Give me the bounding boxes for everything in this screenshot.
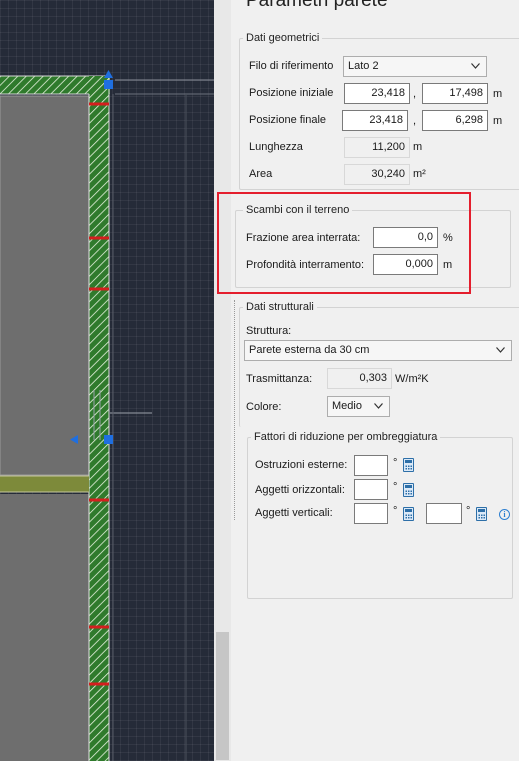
chevron-down-icon <box>374 403 383 409</box>
structure-label: Struttura: <box>246 325 292 337</box>
color-dropdown[interactable]: Medio <box>327 396 390 417</box>
degree-symbol: ° <box>466 505 471 517</box>
structural-data-legend: Dati strutturali <box>243 301 317 313</box>
percent-unit: % <box>443 232 453 244</box>
structure-dropdown[interactable]: Parete esterna da 30 cm <box>244 340 512 361</box>
group-divider <box>234 300 235 520</box>
unit-m2: m² <box>413 168 426 180</box>
floor-plan-drawing <box>0 70 214 761</box>
transmittance-label: Trasmittanza: <box>246 373 313 385</box>
wall-lower <box>0 476 89 492</box>
room-floor-upper <box>0 96 89 475</box>
length-label: Lunghezza <box>249 141 303 153</box>
info-icon[interactable]: i <box>499 509 510 520</box>
filo-label: Filo di riferimento <box>249 60 334 72</box>
vertical-overhangs-label: Aggetti verticali: <box>255 507 333 519</box>
burial-depth-input[interactable]: 0,000 <box>373 254 438 275</box>
pos-start-label: Posizione iniziale <box>249 87 334 99</box>
area-value: 30,240 <box>344 164 410 185</box>
calculator-icon[interactable] <box>476 507 487 521</box>
vertical-overhangs-input-1[interactable] <box>354 503 388 524</box>
unit-m: m <box>493 88 503 100</box>
chevron-down-icon <box>496 347 505 353</box>
pos-end-y-input[interactable]: 6,298 <box>422 110 488 131</box>
selection-grip-mid <box>104 435 113 444</box>
unit-m: m <box>443 259 453 271</box>
color-label: Colore: <box>246 401 282 413</box>
calculator-icon[interactable] <box>403 483 414 497</box>
properties-panel: Parametri parete Dati geometrici Filo di… <box>214 0 519 761</box>
horizontal-overhangs-input[interactable] <box>354 479 388 500</box>
length-value: 11,200 <box>344 137 410 158</box>
wall-selected <box>89 76 109 761</box>
grip-arrow-top <box>104 70 113 78</box>
structure-value: Parete esterna da 30 cm <box>249 344 370 356</box>
vertical-overhangs-input-2[interactable] <box>426 503 462 524</box>
transmittance-unit: W/m²K <box>395 373 429 385</box>
burial-depth-label: Profondità interramento: <box>246 259 365 271</box>
geometric-data-legend: Dati geometrici <box>243 32 323 44</box>
filo-value: Lato 2 <box>348 60 379 72</box>
degree-symbol: ° <box>393 505 398 517</box>
selection-grip-top <box>104 80 113 89</box>
filo-dropdown[interactable]: Lato 2 <box>343 56 487 77</box>
external-obstructions-label: Ostruzioni esterne: <box>255 459 348 471</box>
calculator-icon[interactable] <box>403 507 414 521</box>
calculator-icon[interactable] <box>403 458 414 472</box>
room-floor-lower <box>0 494 89 761</box>
area-label: Area <box>249 168 273 180</box>
pos-end-x-input[interactable]: 23,418 <box>342 110 408 131</box>
unit-m: m <box>493 115 503 127</box>
horizontal-overhangs-label: Aggetti orizzontali: <box>255 484 345 496</box>
comma-separator: , <box>413 115 417 127</box>
comma-separator: , <box>413 88 417 100</box>
degree-symbol: ° <box>393 481 398 493</box>
unit-m: m <box>413 141 423 153</box>
chevron-down-icon <box>471 63 480 69</box>
shading-factors-legend: Fattori di riduzione per ombreggiatura <box>251 431 441 443</box>
cad-canvas[interactable] <box>0 0 214 761</box>
pos-start-x-input[interactable]: 23,418 <box>344 83 410 104</box>
degree-symbol: ° <box>393 457 398 469</box>
external-obstructions-input[interactable] <box>354 455 388 476</box>
color-value: Medio <box>332 400 362 412</box>
pos-start-y-input[interactable]: 17,498 <box>422 83 488 104</box>
panel-title: Parametri parete <box>246 0 388 11</box>
transmittance-value: 0,303 <box>327 368 392 389</box>
buried-fraction-label: Frazione area interrata: <box>246 232 361 244</box>
buried-fraction-input[interactable]: 0,0 <box>373 227 438 248</box>
vertical-scrollbar[interactable] <box>214 0 231 761</box>
scrollbar-thumb[interactable] <box>216 632 229 760</box>
pos-end-label: Posizione finale <box>249 114 327 126</box>
